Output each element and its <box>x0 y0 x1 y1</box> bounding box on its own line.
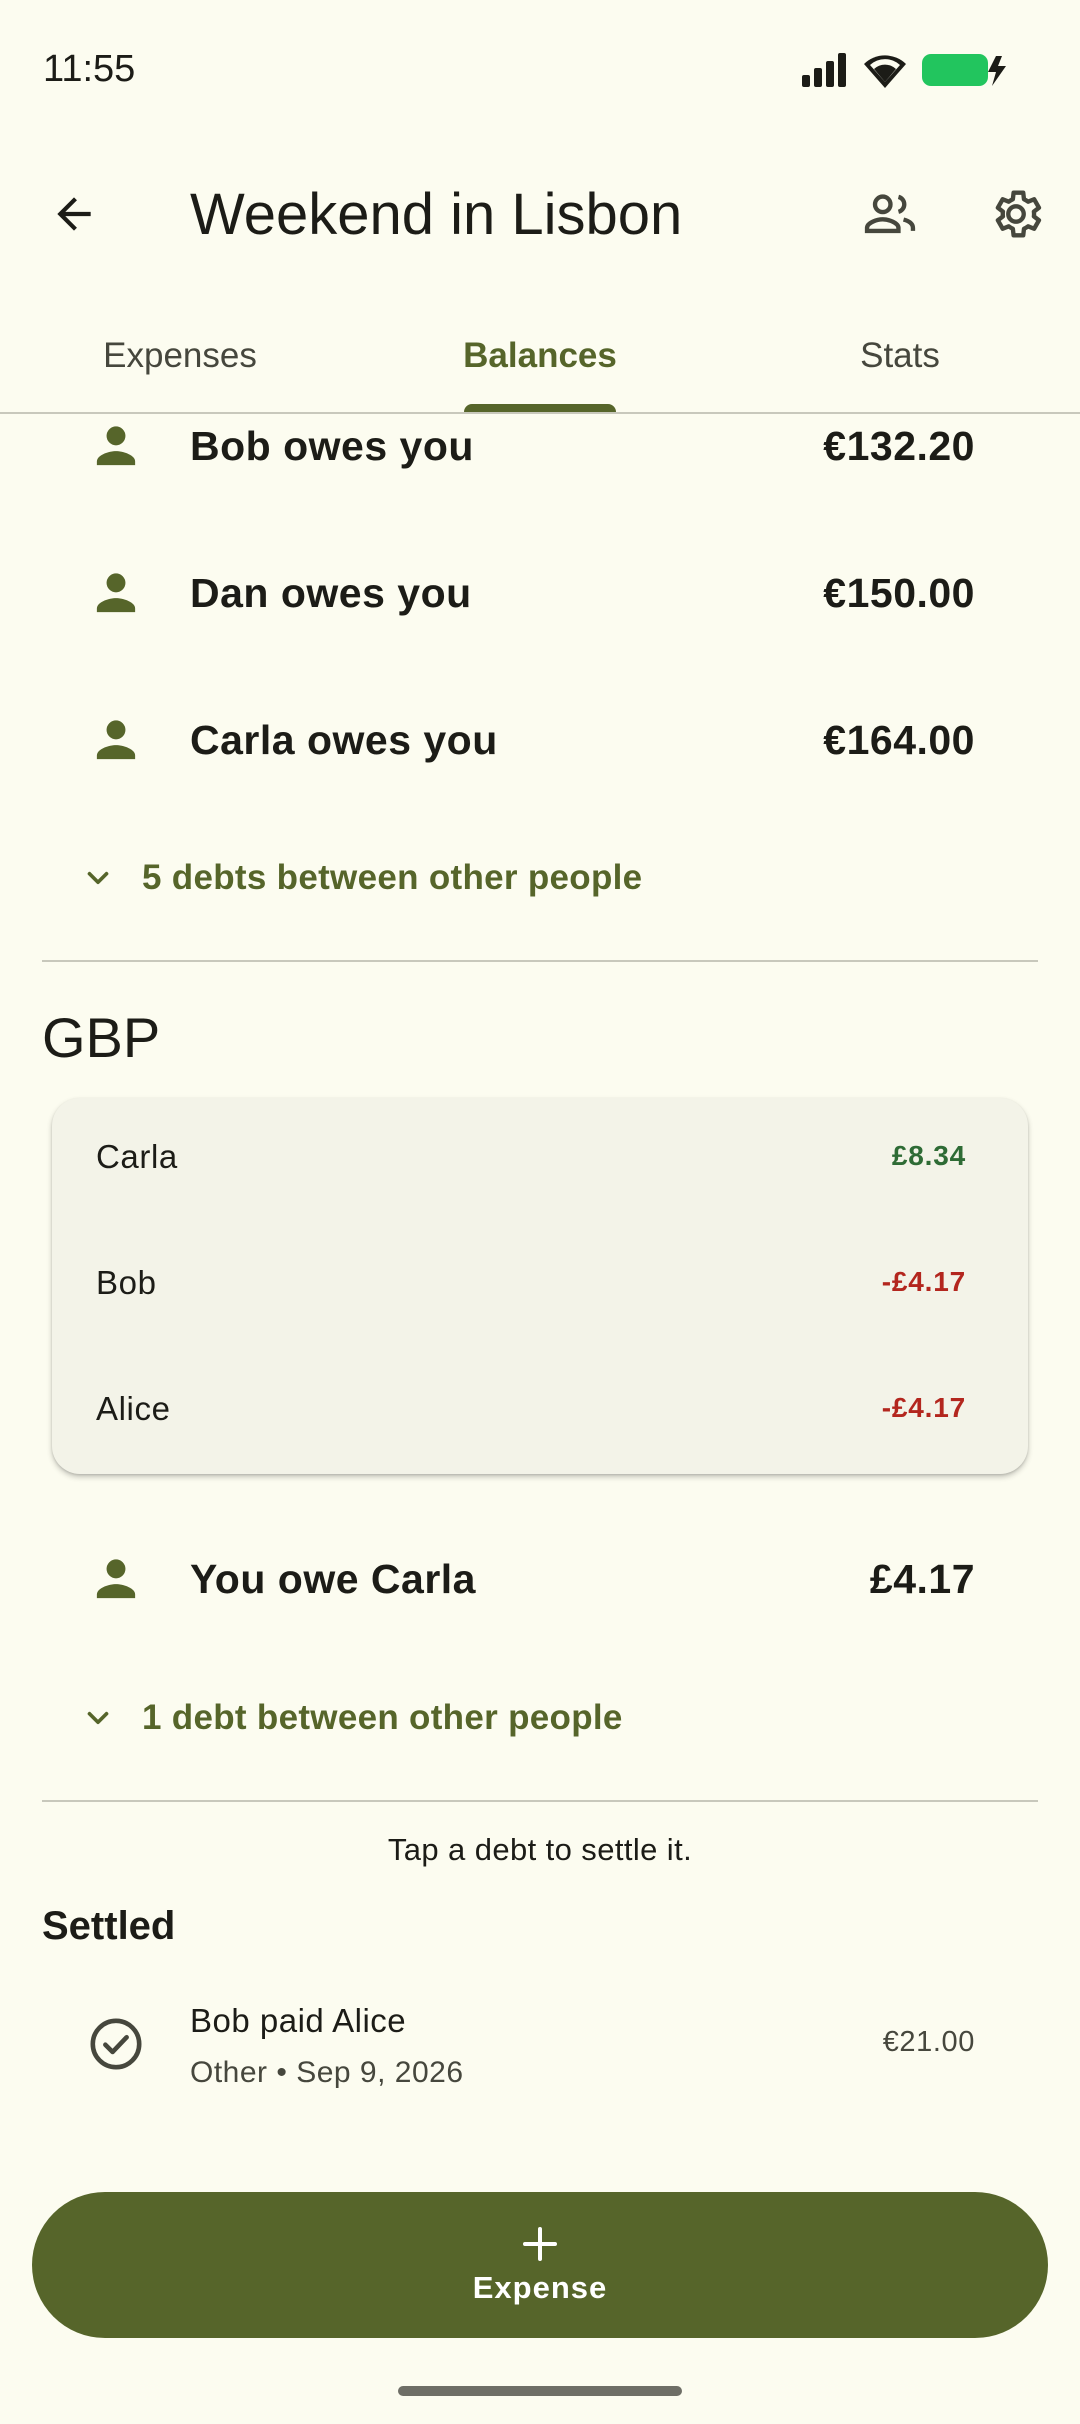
chevron-down-icon <box>80 860 116 896</box>
balance-row: Carla £8.34 <box>52 1098 1028 1224</box>
back-button[interactable] <box>26 166 122 262</box>
add-expense-button[interactable]: Expense <box>32 2192 1048 2338</box>
tab-label: Balances <box>463 336 617 375</box>
arrow-back-icon <box>57 197 91 231</box>
debt-amount: €164.00 <box>823 716 975 763</box>
member-name: Carla <box>96 1138 178 1175</box>
balance-value: -£4.17 <box>881 1266 966 1297</box>
gear-icon <box>995 190 1042 238</box>
section-divider <box>42 1800 1038 1802</box>
person-icon <box>88 1551 144 1607</box>
balances-card: Carla £8.34 Bob -£4.17 Alice -£4.17 <box>52 1098 1028 1474</box>
settled-subtitle: Other • Sep 9, 2026 <box>190 2056 464 2089</box>
expander-label: 1 debt between other people <box>142 1698 623 1737</box>
page-title: Weekend in Lisbon <box>190 182 683 247</box>
section-divider <box>42 960 1038 962</box>
status-icons <box>802 52 1008 93</box>
signal-icon <box>802 53 848 92</box>
battery-charging-icon <box>922 52 1008 93</box>
tab-label: Stats <box>860 336 940 375</box>
status-time: 11:55 <box>43 48 136 90</box>
home-indicator[interactable] <box>398 2386 682 2396</box>
settled-heading: Settled <box>42 1904 176 1948</box>
balance-value: -£4.17 <box>881 1392 966 1423</box>
debt-amount: €150.00 <box>823 569 975 616</box>
other-debts-expander[interactable]: 5 debts between other people <box>0 838 1080 918</box>
settle-hint: Tap a debt to settle it. <box>387 1832 693 1867</box>
debt-row[interactable]: Dan owes you €150.00 <box>0 543 1080 643</box>
debt-text: Dan owes you <box>190 569 472 616</box>
debt-text: You owe Carla <box>190 1555 476 1602</box>
settled-amount: €21.00 <box>882 2026 975 2058</box>
debt-row[interactable]: You owe Carla £4.17 <box>0 1529 1080 1629</box>
wifi-icon <box>862 52 908 93</box>
member-name: Bob <box>96 1264 157 1301</box>
people-icon <box>864 194 916 234</box>
fab-label: Expense <box>472 2270 608 2305</box>
settings-button[interactable] <box>968 166 1064 262</box>
currency-heading: GBP <box>42 1006 161 1069</box>
person-icon <box>88 712 144 768</box>
debt-text: Carla owes you <box>190 716 498 763</box>
other-debts-expander[interactable]: 1 debt between other people <box>0 1678 1080 1758</box>
debt-row[interactable]: Carla owes you €164.00 <box>0 690 1080 790</box>
expander-label: 5 debts between other people <box>142 858 643 897</box>
chevron-down-icon <box>80 1700 116 1736</box>
tab-label: Expenses <box>103 336 257 375</box>
debt-text: Bob owes you <box>190 422 474 469</box>
plus-icon <box>523 2227 557 2261</box>
balance-row: Bob -£4.17 <box>52 1224 1028 1350</box>
balance-row: Alice -£4.17 <box>52 1350 1028 1476</box>
settled-item[interactable]: Bob paid Alice Other • Sep 9, 2026 €21.0… <box>0 1990 1080 2100</box>
debt-amount: €132.20 <box>823 422 975 469</box>
person-icon <box>88 418 144 474</box>
person-icon <box>88 565 144 621</box>
settled-title: Bob paid Alice <box>190 2002 407 2039</box>
check-circle-icon <box>86 2014 146 2074</box>
debt-row[interactable]: Bob owes you €132.20 <box>0 396 1080 496</box>
members-button[interactable] <box>842 166 938 262</box>
balance-value: £8.34 <box>891 1140 966 1171</box>
member-name: Alice <box>96 1390 171 1427</box>
debt-amount: £4.17 <box>869 1555 975 1602</box>
